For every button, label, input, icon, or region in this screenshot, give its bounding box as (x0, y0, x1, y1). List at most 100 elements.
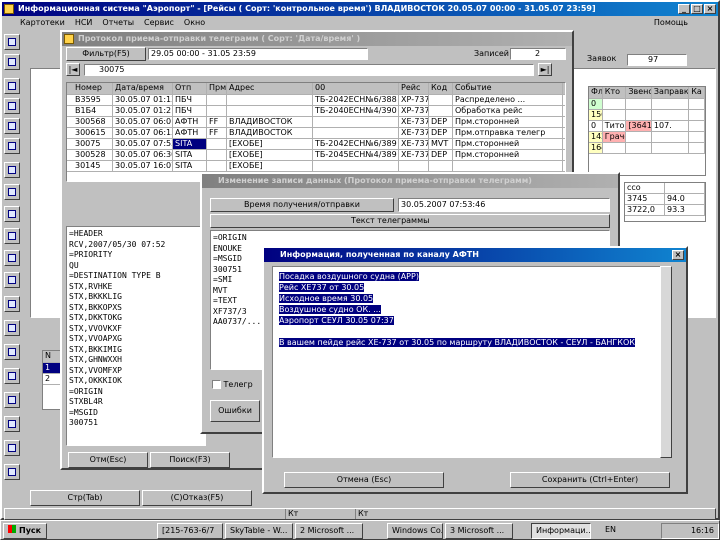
lower-col-n[interactable]: N (43, 351, 61, 362)
menu-help[interactable]: Помощь (654, 16, 688, 29)
taskbar-item-6[interactable]: Информаци... (531, 523, 591, 539)
start-button[interactable]: Пуск (3, 523, 47, 539)
taskbar-item-4[interactable]: Windows Co... (387, 523, 443, 539)
table-row[interactable]: 300568 30.05.07 06:01 АФТН FF ВЛАДИВОСТОК ХЕ-… (67, 117, 565, 128)
errors-button[interactable]: Ошибки (210, 400, 260, 422)
tool-icon-3[interactable] (4, 78, 20, 94)
col-otp[interactable]: Отп (173, 83, 207, 94)
minimize-icon[interactable]: _ (678, 4, 690, 14)
menu-otchety[interactable]: Отчеты (102, 16, 134, 29)
menu-nsi[interactable]: НСИ (75, 16, 93, 29)
right-grid[interactable]: Фл Кто Звено Заправка Ка 0 156 0Титов[36… (588, 86, 706, 176)
telegram-checkbox[interactable] (212, 380, 221, 389)
close-icon[interactable]: × (672, 250, 684, 260)
right-row[interactable]: 0 (589, 99, 705, 110)
tool-icon-20[interactable] (4, 464, 20, 480)
table-row[interactable]: 300528 30.05.07 06:30 SITA [ЕХОБЕ] ТБ-2045ЕС… (67, 150, 565, 161)
right-col-ka[interactable]: Ка (689, 87, 705, 98)
right-row[interactable]: 0Титов[3641/36107. (589, 121, 705, 132)
table-row[interactable]: В1Б4 30.05.07 01:21 ПБЧ ТБ-2040ЕСН№4/390 ХР-… (67, 106, 565, 117)
telegram-grid[interactable]: Номер Дата/время Отп Прм Адрес 00 Рейс К… (66, 82, 566, 182)
col-address[interactable]: Адрес (227, 83, 313, 94)
right-row[interactable]: 164 (589, 143, 705, 154)
cell (665, 183, 705, 193)
filter-button[interactable]: Фильтр(F5) (66, 47, 146, 61)
main-title-bar[interactable]: Информационная система "Аэропорт" - [Рей… (2, 2, 718, 16)
right-row[interactable]: 142Грачев (589, 132, 705, 143)
info-line-4: Воздушное судно ОК. ... (279, 305, 381, 314)
telegram-text[interactable]: =HEADER RCV,2007/05/30 07:52 =PRIORITY Q… (66, 226, 206, 446)
tool-icon-4[interactable] (4, 98, 20, 114)
tool-icon-18[interactable] (4, 416, 20, 432)
time-field[interactable]: 30.05.2007 07:53:46 (398, 198, 610, 212)
lower-left-grid[interactable]: N 1 2 (42, 350, 62, 410)
str-button[interactable]: Стр(Tab) (30, 490, 140, 506)
search-input[interactable]: 30075 (84, 64, 534, 76)
close-icon[interactable]: × (704, 4, 716, 14)
cell (626, 132, 652, 142)
right-col-zapravka[interactable]: Заправка (652, 87, 690, 98)
menu-kartoteki[interactable]: Картотеки (20, 16, 65, 29)
tool-icon-6[interactable] (4, 138, 20, 154)
taskbar-item-1[interactable]: [215-763-6/7 (157, 523, 223, 539)
col-flight[interactable]: Рейс (399, 83, 429, 94)
maximize-icon[interactable]: □ (691, 4, 703, 14)
right-lower-row[interactable]: ссо (625, 183, 705, 194)
taskbar-item-3[interactable]: 2 Microsoft ... (295, 523, 363, 539)
window-icon (64, 34, 74, 44)
tool-icon-13[interactable] (4, 296, 20, 312)
edit-title-bar[interactable]: Изменение записи данных (Протокол приема… (202, 174, 618, 188)
tool-icon-7[interactable] (4, 162, 20, 178)
tool-icon-8[interactable] (4, 184, 20, 200)
cell: Титов (604, 121, 627, 131)
tool-icon-16[interactable] (4, 368, 20, 384)
right-col-fl[interactable]: Фл (589, 87, 603, 98)
protocol-title-bar[interactable]: Протокол приема-отправки телеграмм ( Сор… (62, 32, 572, 46)
lower-row[interactable]: 2 (43, 374, 61, 385)
tool-icon-15[interactable] (4, 344, 20, 360)
table-row[interactable]: 30145 30.05.07 16:07 SITA [ЕХОБЕ] (67, 161, 565, 172)
cancel-button[interactable]: Отм(Esc) (68, 452, 148, 468)
table-row[interactable]: B3595 30.05.07 01:13 ПБЧ ТБ-2042ЕСН№6/388 ХР… (67, 95, 565, 106)
right-col-zveno[interactable]: Звено (626, 87, 652, 98)
col-number[interactable]: Номер (67, 83, 113, 94)
save-info-button[interactable]: Сохранить (Ctrl+Enter) (510, 472, 670, 488)
search-button[interactable]: Поиск(F3) (150, 452, 230, 468)
cancel-info-button[interactable]: Отмена (Esc) (284, 472, 444, 488)
tool-icon-5[interactable] (4, 118, 20, 134)
info-title-bar[interactable]: Информация, полученная по каналу АФТН × (264, 248, 686, 262)
last-record-icon[interactable]: ►| (538, 63, 552, 76)
tool-icon-10[interactable] (4, 228, 20, 244)
tool-icon-2[interactable] (4, 54, 20, 70)
table-row-selected[interactable]: 30075 30.05.07 07:53 SITA [ЕХОБЕ] ТБ-2042ЕСН… (67, 139, 565, 150)
menu-servis[interactable]: Сервис (144, 16, 174, 29)
language-indicator[interactable]: EN (605, 525, 616, 534)
taskbar-item-5[interactable]: 3 Microsoft ... (445, 523, 513, 539)
taskbar-item-2[interactable]: SkyTable - W... (225, 523, 293, 539)
first-record-icon[interactable]: |◄ (66, 63, 80, 76)
right-row[interactable]: 156 (589, 110, 705, 121)
col-prm[interactable]: Прм (207, 83, 227, 94)
col-code[interactable]: Код (429, 83, 453, 94)
tool-icon-14[interactable] (4, 320, 20, 336)
tool-icon-9[interactable] (4, 206, 20, 222)
menu-okno[interactable]: Окно (184, 16, 205, 29)
tool-icon-11[interactable] (4, 250, 20, 266)
col-datetime[interactable]: Дата/время (113, 83, 173, 94)
right-col-kto[interactable]: Кто (603, 87, 627, 98)
otkaz-button[interactable]: (С)Отказ(F5) (142, 490, 252, 506)
right-lower-row[interactable]: 3722,0 93.3 (625, 205, 705, 216)
cell: Прм.отправка телегр (453, 128, 563, 138)
lower-row[interactable]: 1 (43, 363, 61, 374)
cell: 0 (589, 99, 603, 109)
tool-icon-19[interactable] (4, 440, 20, 456)
col-00[interactable]: 00 (313, 83, 399, 94)
table-row[interactable]: 300615 30.05.07 06:15 АФТН FF ВЛАДИВОСТОК ХЕ-… (67, 128, 565, 139)
right-grid-lower[interactable]: ссо 3745 94.0 3722,0 93.3 (624, 182, 706, 222)
right-lower-row[interactable]: 3745 94.0 (625, 194, 705, 205)
tool-icon-12[interactable] (4, 272, 20, 288)
tool-icon-17[interactable] (4, 392, 20, 408)
info-scrollbar[interactable] (660, 266, 672, 458)
col-event[interactable]: Событие (453, 83, 563, 94)
tool-icon-1[interactable] (4, 34, 20, 50)
